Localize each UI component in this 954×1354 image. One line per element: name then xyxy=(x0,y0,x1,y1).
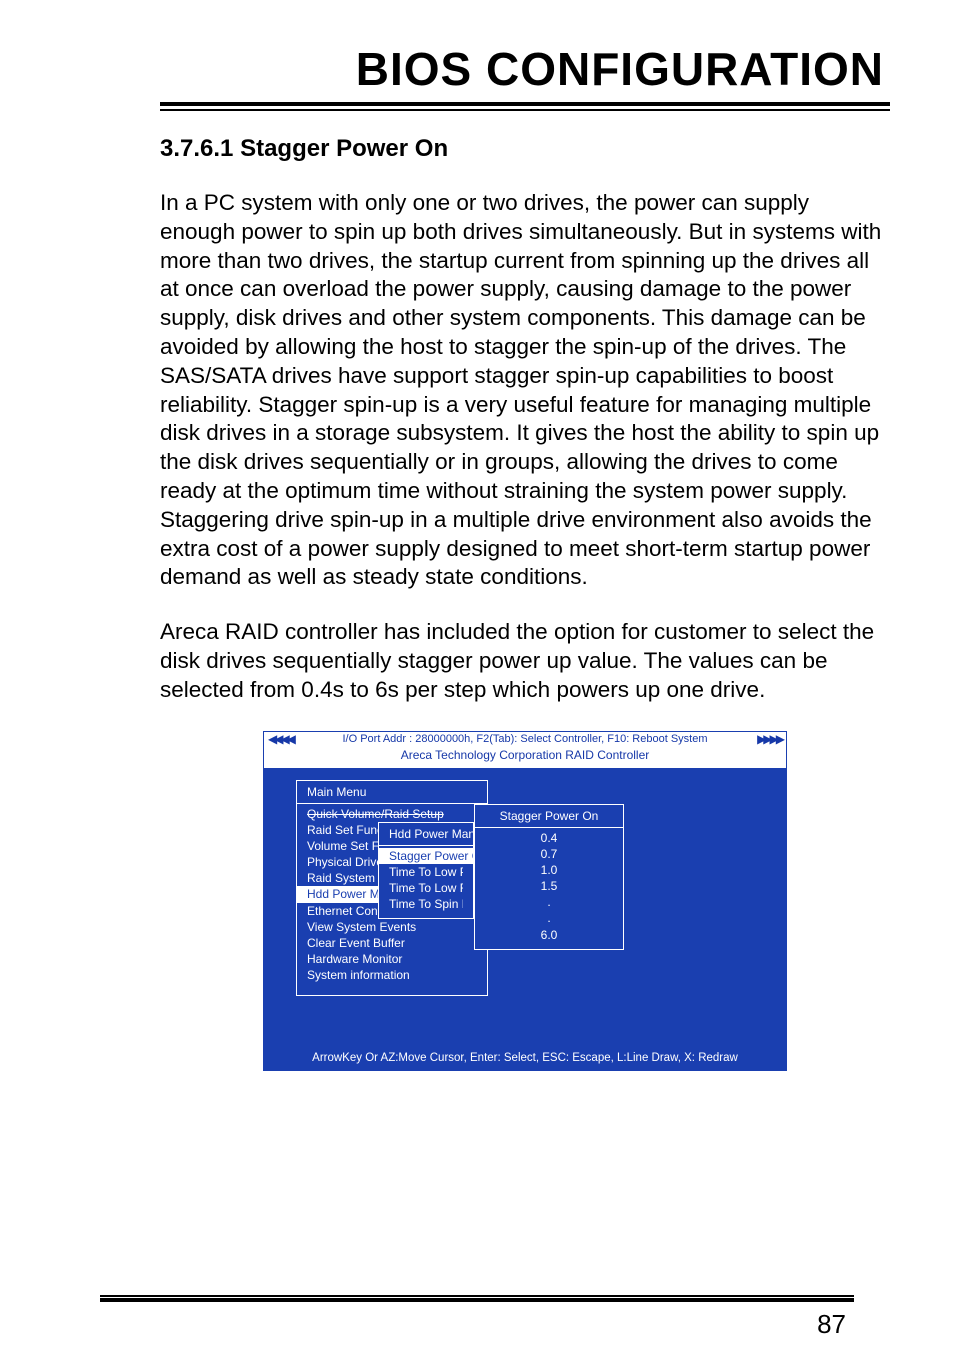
paragraph-2: Areca RAID controller has included the o… xyxy=(160,618,890,704)
menu-item[interactable]: . xyxy=(485,910,613,926)
menu-item[interactable]: 6.0 xyxy=(485,927,613,943)
menu-item[interactable]: 1.0 xyxy=(485,862,613,878)
menu-item-selected[interactable]: Stagger Power On xyxy=(379,848,473,864)
bios-sub-bar: Areca Technology Corporation RAID Contro… xyxy=(264,746,786,768)
menu-item[interactable]: . xyxy=(485,894,613,910)
bios-body: Main Menu Quick Volume/Raid Setup Raid S… xyxy=(264,768,786,1070)
page: BIOS CONFIGURATION 3.7.6.1 Stagger Power… xyxy=(0,0,954,1354)
menu-item[interactable]: Time To Low Power Idle xyxy=(389,864,463,880)
popup-menu: Stagger Power On 0.4 0.7 1.0 1.5 . . 6.0 xyxy=(474,804,624,950)
bios-top-bar: ◀◀◀◀ I/O Port Addr : 28000000h, F2(Tab):… xyxy=(264,732,786,746)
page-number: 87 xyxy=(817,1309,846,1340)
menu-item[interactable]: Hardware Monitor xyxy=(307,951,477,967)
footer-rule-thick xyxy=(100,1298,854,1302)
paragraph-1: In a PC system with only one or two driv… xyxy=(160,189,890,592)
sub-menu: Hdd Power Management Stagger Power On Ti… xyxy=(378,822,474,920)
bios-screenshot: ◀◀◀◀ I/O Port Addr : 28000000h, F2(Tab):… xyxy=(160,731,890,1071)
menu-item[interactable]: System information xyxy=(307,967,477,983)
menu-item[interactable]: 1.5 xyxy=(485,878,613,894)
arrow-left-icon: ◀◀◀◀ xyxy=(268,732,293,746)
menu-item[interactable]: View System Events xyxy=(307,919,477,935)
menu-item[interactable]: 0.4 xyxy=(485,830,613,846)
rule-under-title xyxy=(160,109,890,111)
sub-menu-title: Hdd Power Management xyxy=(379,823,473,846)
popup-items: 0.4 0.7 1.0 1.5 . . 6.0 xyxy=(475,828,623,949)
chapter-title: BIOS CONFIGURATION xyxy=(160,42,890,106)
footer-rules xyxy=(100,1295,854,1302)
menu-item[interactable]: Clear Event Buffer xyxy=(307,935,477,951)
menu-item[interactable]: Quick Volume/Raid Setup xyxy=(307,806,477,822)
main-menu-title: Main Menu xyxy=(297,781,487,804)
sub-menu-items: Stagger Power On Time To Low Power Idle … xyxy=(379,846,473,919)
bios-foot-bar: ArrowKey Or AZ:Move Cursor, Enter: Selec… xyxy=(264,1052,786,1064)
bios-window: ◀◀◀◀ I/O Port Addr : 28000000h, F2(Tab):… xyxy=(263,731,787,1071)
section-heading: 3.7.6.1 Stagger Power On xyxy=(160,135,890,163)
bios-top-text: I/O Port Addr : 28000000h, F2(Tab): Sele… xyxy=(342,733,707,745)
menu-item[interactable]: Time To Low RPM Mode xyxy=(389,880,463,896)
arrow-right-icon: ▶▶▶▶ xyxy=(757,732,782,746)
menu-item[interactable]: 0.7 xyxy=(485,846,613,862)
popup-title: Stagger Power On xyxy=(475,805,623,828)
menu-item[interactable]: Time To Spin Down Hdd xyxy=(389,896,463,912)
